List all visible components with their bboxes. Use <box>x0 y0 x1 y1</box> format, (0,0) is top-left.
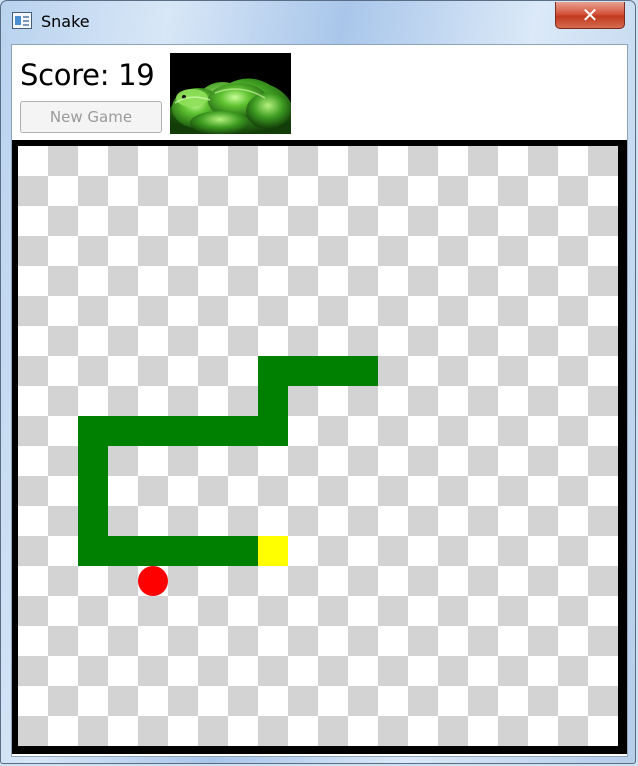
snake-segment <box>198 536 228 566</box>
close-button[interactable]: ✕ <box>555 2 625 29</box>
snake-segment <box>78 476 108 506</box>
snake-segment <box>138 416 168 446</box>
snake-segment <box>258 416 288 446</box>
snake-segment <box>78 536 108 566</box>
snake-segment <box>78 446 108 476</box>
game-board[interactable] <box>18 146 618 746</box>
client-area: Score: 19 New Game <box>11 44 628 757</box>
snake-segment <box>288 356 318 386</box>
window-title: Snake <box>41 12 90 31</box>
snake-segment <box>78 416 108 446</box>
score-display: Score: 19 <box>20 58 155 92</box>
snake-segment <box>318 356 348 386</box>
new-game-button[interactable]: New Game <box>20 101 162 133</box>
snake-photo-icon <box>170 53 291 135</box>
snake-segment <box>348 356 378 386</box>
snake-segment <box>108 416 138 446</box>
snake-segment <box>198 416 228 446</box>
snake-segment <box>108 536 138 566</box>
title-bar: Snake ✕ <box>1 1 635 43</box>
snake-head <box>258 536 288 566</box>
app-icon <box>12 12 32 29</box>
snake-picture <box>170 53 291 135</box>
snake-segment <box>168 536 198 566</box>
snake-segment <box>138 536 168 566</box>
snake-segment <box>258 386 288 416</box>
snake-segment <box>228 416 258 446</box>
game-board-frame <box>12 140 627 754</box>
snake-segment <box>168 416 198 446</box>
snake-segment <box>78 506 108 536</box>
window: Snake ✕ Score: 19 New Game <box>0 0 636 764</box>
close-icon: ✕ <box>581 3 599 27</box>
score-label: Score: <box>20 58 110 92</box>
score-value: 19 <box>118 58 155 92</box>
snake-segment <box>258 356 288 386</box>
food-pellet <box>138 566 168 596</box>
snake-segment <box>228 536 258 566</box>
